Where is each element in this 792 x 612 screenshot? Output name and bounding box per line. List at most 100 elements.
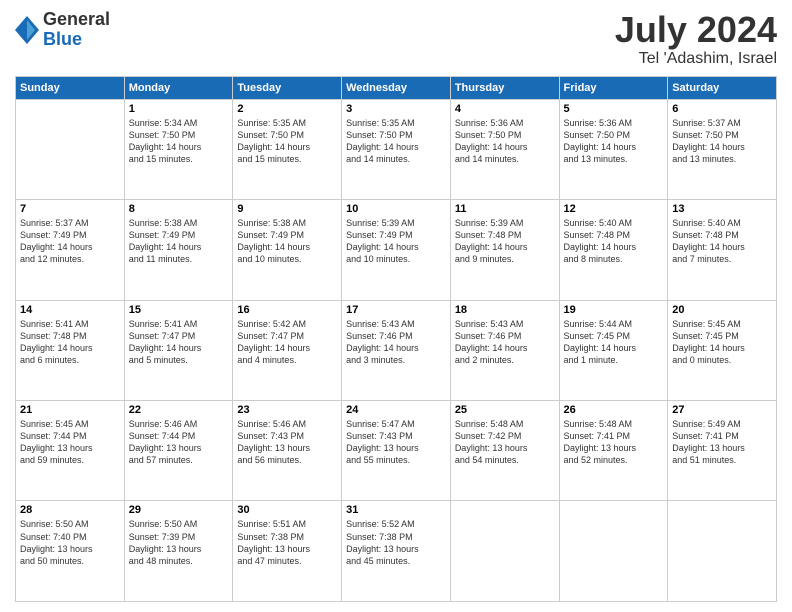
day-info: Sunrise: 5:38 AMSunset: 7:49 PMDaylight:… — [129, 217, 229, 266]
day-number: 20 — [672, 304, 772, 316]
day-number: 16 — [237, 304, 337, 316]
calendar-cell: 10 Sunrise: 5:39 AMSunset: 7:49 PMDayligh… — [342, 200, 451, 300]
day-info: Sunrise: 5:41 AMSunset: 7:48 PMDaylight:… — [20, 318, 120, 367]
calendar-cell — [668, 501, 777, 602]
day-number: 3 — [346, 103, 446, 115]
day-number: 2 — [237, 103, 337, 115]
location-title: Tel 'Adashim, Israel — [615, 50, 777, 68]
calendar-cell: 7 Sunrise: 5:37 AMSunset: 7:49 PMDaylight… — [16, 200, 125, 300]
day-number: 12 — [564, 203, 664, 215]
day-info: Sunrise: 5:36 AMSunset: 7:50 PMDaylight:… — [564, 117, 664, 166]
calendar-week-4: 28 Sunrise: 5:50 AMSunset: 7:40 PMDayligh… — [16, 501, 777, 602]
calendar-cell: 21 Sunrise: 5:45 AMSunset: 7:44 PMDayligh… — [16, 401, 125, 501]
calendar-cell: 27 Sunrise: 5:49 AMSunset: 7:41 PMDayligh… — [668, 401, 777, 501]
logo-general: General — [43, 10, 110, 30]
calendar-cell: 20 Sunrise: 5:45 AMSunset: 7:45 PMDayligh… — [668, 300, 777, 400]
day-info: Sunrise: 5:39 AMSunset: 7:49 PMDaylight:… — [346, 217, 446, 266]
day-info: Sunrise: 5:40 AMSunset: 7:48 PMDaylight:… — [672, 217, 772, 266]
day-number: 9 — [237, 203, 337, 215]
title-block: July 2024 Tel 'Adashim, Israel — [615, 10, 777, 68]
day-info: Sunrise: 5:37 AMSunset: 7:49 PMDaylight:… — [20, 217, 120, 266]
day-number: 23 — [237, 404, 337, 416]
calendar-cell — [450, 501, 559, 602]
calendar-cell: 13 Sunrise: 5:40 AMSunset: 7:48 PMDayligh… — [668, 200, 777, 300]
calendar-cell: 11 Sunrise: 5:39 AMSunset: 7:48 PMDayligh… — [450, 200, 559, 300]
day-info: Sunrise: 5:50 AMSunset: 7:40 PMDaylight:… — [20, 518, 120, 567]
day-info: Sunrise: 5:46 AMSunset: 7:44 PMDaylight:… — [129, 418, 229, 467]
day-number: 25 — [455, 404, 555, 416]
day-number: 7 — [20, 203, 120, 215]
weekday-header-sunday: Sunday — [16, 76, 125, 99]
calendar-cell: 8Sunrise: 5:38 AMSunset: 7:49 PMDaylight… — [124, 200, 233, 300]
header: General Blue July 2024 Tel 'Adashim, Isr… — [15, 10, 777, 68]
calendar-table: SundayMondayTuesdayWednesdayThursdayFrid… — [15, 76, 777, 602]
day-number: 1 — [129, 103, 229, 115]
day-info: Sunrise: 5:43 AMSunset: 7:46 PMDaylight:… — [455, 318, 555, 367]
day-number: 26 — [564, 404, 664, 416]
logo-text: General Blue — [43, 10, 110, 50]
day-info: Sunrise: 5:35 AMSunset: 7:50 PMDaylight:… — [237, 117, 337, 166]
calendar-cell: 30Sunrise: 5:51 AMSunset: 7:38 PMDayligh… — [233, 501, 342, 602]
day-info: Sunrise: 5:36 AMSunset: 7:50 PMDaylight:… — [455, 117, 555, 166]
logo-blue: Blue — [43, 30, 110, 50]
calendar-cell: 24 Sunrise: 5:47 AMSunset: 7:43 PMDayligh… — [342, 401, 451, 501]
day-number: 17 — [346, 304, 446, 316]
day-number: 6 — [672, 103, 772, 115]
calendar-cell: 6 Sunrise: 5:37 AMSunset: 7:50 PMDaylight… — [668, 99, 777, 199]
day-info: Sunrise: 5:39 AMSunset: 7:48 PMDaylight:… — [455, 217, 555, 266]
calendar-week-0: 1 Sunrise: 5:34 AMSunset: 7:50 PMDaylight… — [16, 99, 777, 199]
calendar-cell — [559, 501, 668, 602]
day-number: 31 — [346, 504, 446, 516]
day-number: 14 — [20, 304, 120, 316]
calendar-cell: 17Sunrise: 5:43 AMSunset: 7:46 PMDayligh… — [342, 300, 451, 400]
calendar-cell: 15Sunrise: 5:41 AMSunset: 7:47 PMDayligh… — [124, 300, 233, 400]
calendar-cell: 12 Sunrise: 5:40 AMSunset: 7:48 PMDayligh… — [559, 200, 668, 300]
day-info: Sunrise: 5:35 AMSunset: 7:50 PMDaylight:… — [346, 117, 446, 166]
day-number: 29 — [129, 504, 229, 516]
weekday-header-friday: Friday — [559, 76, 668, 99]
day-info: Sunrise: 5:52 AMSunset: 7:38 PMDaylight:… — [346, 518, 446, 567]
day-info: Sunrise: 5:45 AMSunset: 7:45 PMDaylight:… — [672, 318, 772, 367]
day-number: 22 — [129, 404, 229, 416]
weekday-header-tuesday: Tuesday — [233, 76, 342, 99]
day-info: Sunrise: 5:37 AMSunset: 7:50 PMDaylight:… — [672, 117, 772, 166]
calendar-cell — [16, 99, 125, 199]
day-info: Sunrise: 5:45 AMSunset: 7:44 PMDaylight:… — [20, 418, 120, 467]
weekday-header-wednesday: Wednesday — [342, 76, 451, 99]
weekday-header-monday: Monday — [124, 76, 233, 99]
calendar-cell: 14 Sunrise: 5:41 AMSunset: 7:48 PMDayligh… — [16, 300, 125, 400]
day-number: 11 — [455, 203, 555, 215]
day-number: 24 — [346, 404, 446, 416]
day-number: 15 — [129, 304, 229, 316]
weekday-header-saturday: Saturday — [668, 76, 777, 99]
calendar-cell: 29Sunrise: 5:50 AMSunset: 7:39 PMDayligh… — [124, 501, 233, 602]
calendar-week-2: 14 Sunrise: 5:41 AMSunset: 7:48 PMDayligh… — [16, 300, 777, 400]
calendar-cell: 1 Sunrise: 5:34 AMSunset: 7:50 PMDaylight… — [124, 99, 233, 199]
calendar-cell: 26Sunrise: 5:48 AMSunset: 7:41 PMDayligh… — [559, 401, 668, 501]
day-number: 4 — [455, 103, 555, 115]
page: General Blue July 2024 Tel 'Adashim, Isr… — [0, 0, 792, 612]
calendar-cell: 4 Sunrise: 5:36 AMSunset: 7:50 PMDaylight… — [450, 99, 559, 199]
day-info: Sunrise: 5:44 AMSunset: 7:45 PMDaylight:… — [564, 318, 664, 367]
calendar-cell: 9 Sunrise: 5:38 AMSunset: 7:49 PMDaylight… — [233, 200, 342, 300]
calendar-cell: 28 Sunrise: 5:50 AMSunset: 7:40 PMDayligh… — [16, 501, 125, 602]
day-info: Sunrise: 5:47 AMSunset: 7:43 PMDaylight:… — [346, 418, 446, 467]
calendar-cell: 3 Sunrise: 5:35 AMSunset: 7:50 PMDaylight… — [342, 99, 451, 199]
day-info: Sunrise: 5:40 AMSunset: 7:48 PMDaylight:… — [564, 217, 664, 266]
calendar-cell: 22 Sunrise: 5:46 AMSunset: 7:44 PMDayligh… — [124, 401, 233, 501]
calendar-cell: 31 Sunrise: 5:52 AMSunset: 7:38 PMDayligh… — [342, 501, 451, 602]
day-number: 28 — [20, 504, 120, 516]
day-info: Sunrise: 5:46 AMSunset: 7:43 PMDaylight:… — [237, 418, 337, 467]
day-info: Sunrise: 5:49 AMSunset: 7:41 PMDaylight:… — [672, 418, 772, 467]
day-number: 10 — [346, 203, 446, 215]
day-number: 21 — [20, 404, 120, 416]
calendar-cell: 5Sunrise: 5:36 AMSunset: 7:50 PMDaylight… — [559, 99, 668, 199]
calendar-cell: 25Sunrise: 5:48 AMSunset: 7:42 PMDayligh… — [450, 401, 559, 501]
day-info: Sunrise: 5:34 AMSunset: 7:50 PMDaylight:… — [129, 117, 229, 166]
day-number: 13 — [672, 203, 772, 215]
weekday-header-thursday: Thursday — [450, 76, 559, 99]
calendar-cell: 18Sunrise: 5:43 AMSunset: 7:46 PMDayligh… — [450, 300, 559, 400]
day-number: 27 — [672, 404, 772, 416]
day-number: 19 — [564, 304, 664, 316]
day-info: Sunrise: 5:38 AMSunset: 7:49 PMDaylight:… — [237, 217, 337, 266]
